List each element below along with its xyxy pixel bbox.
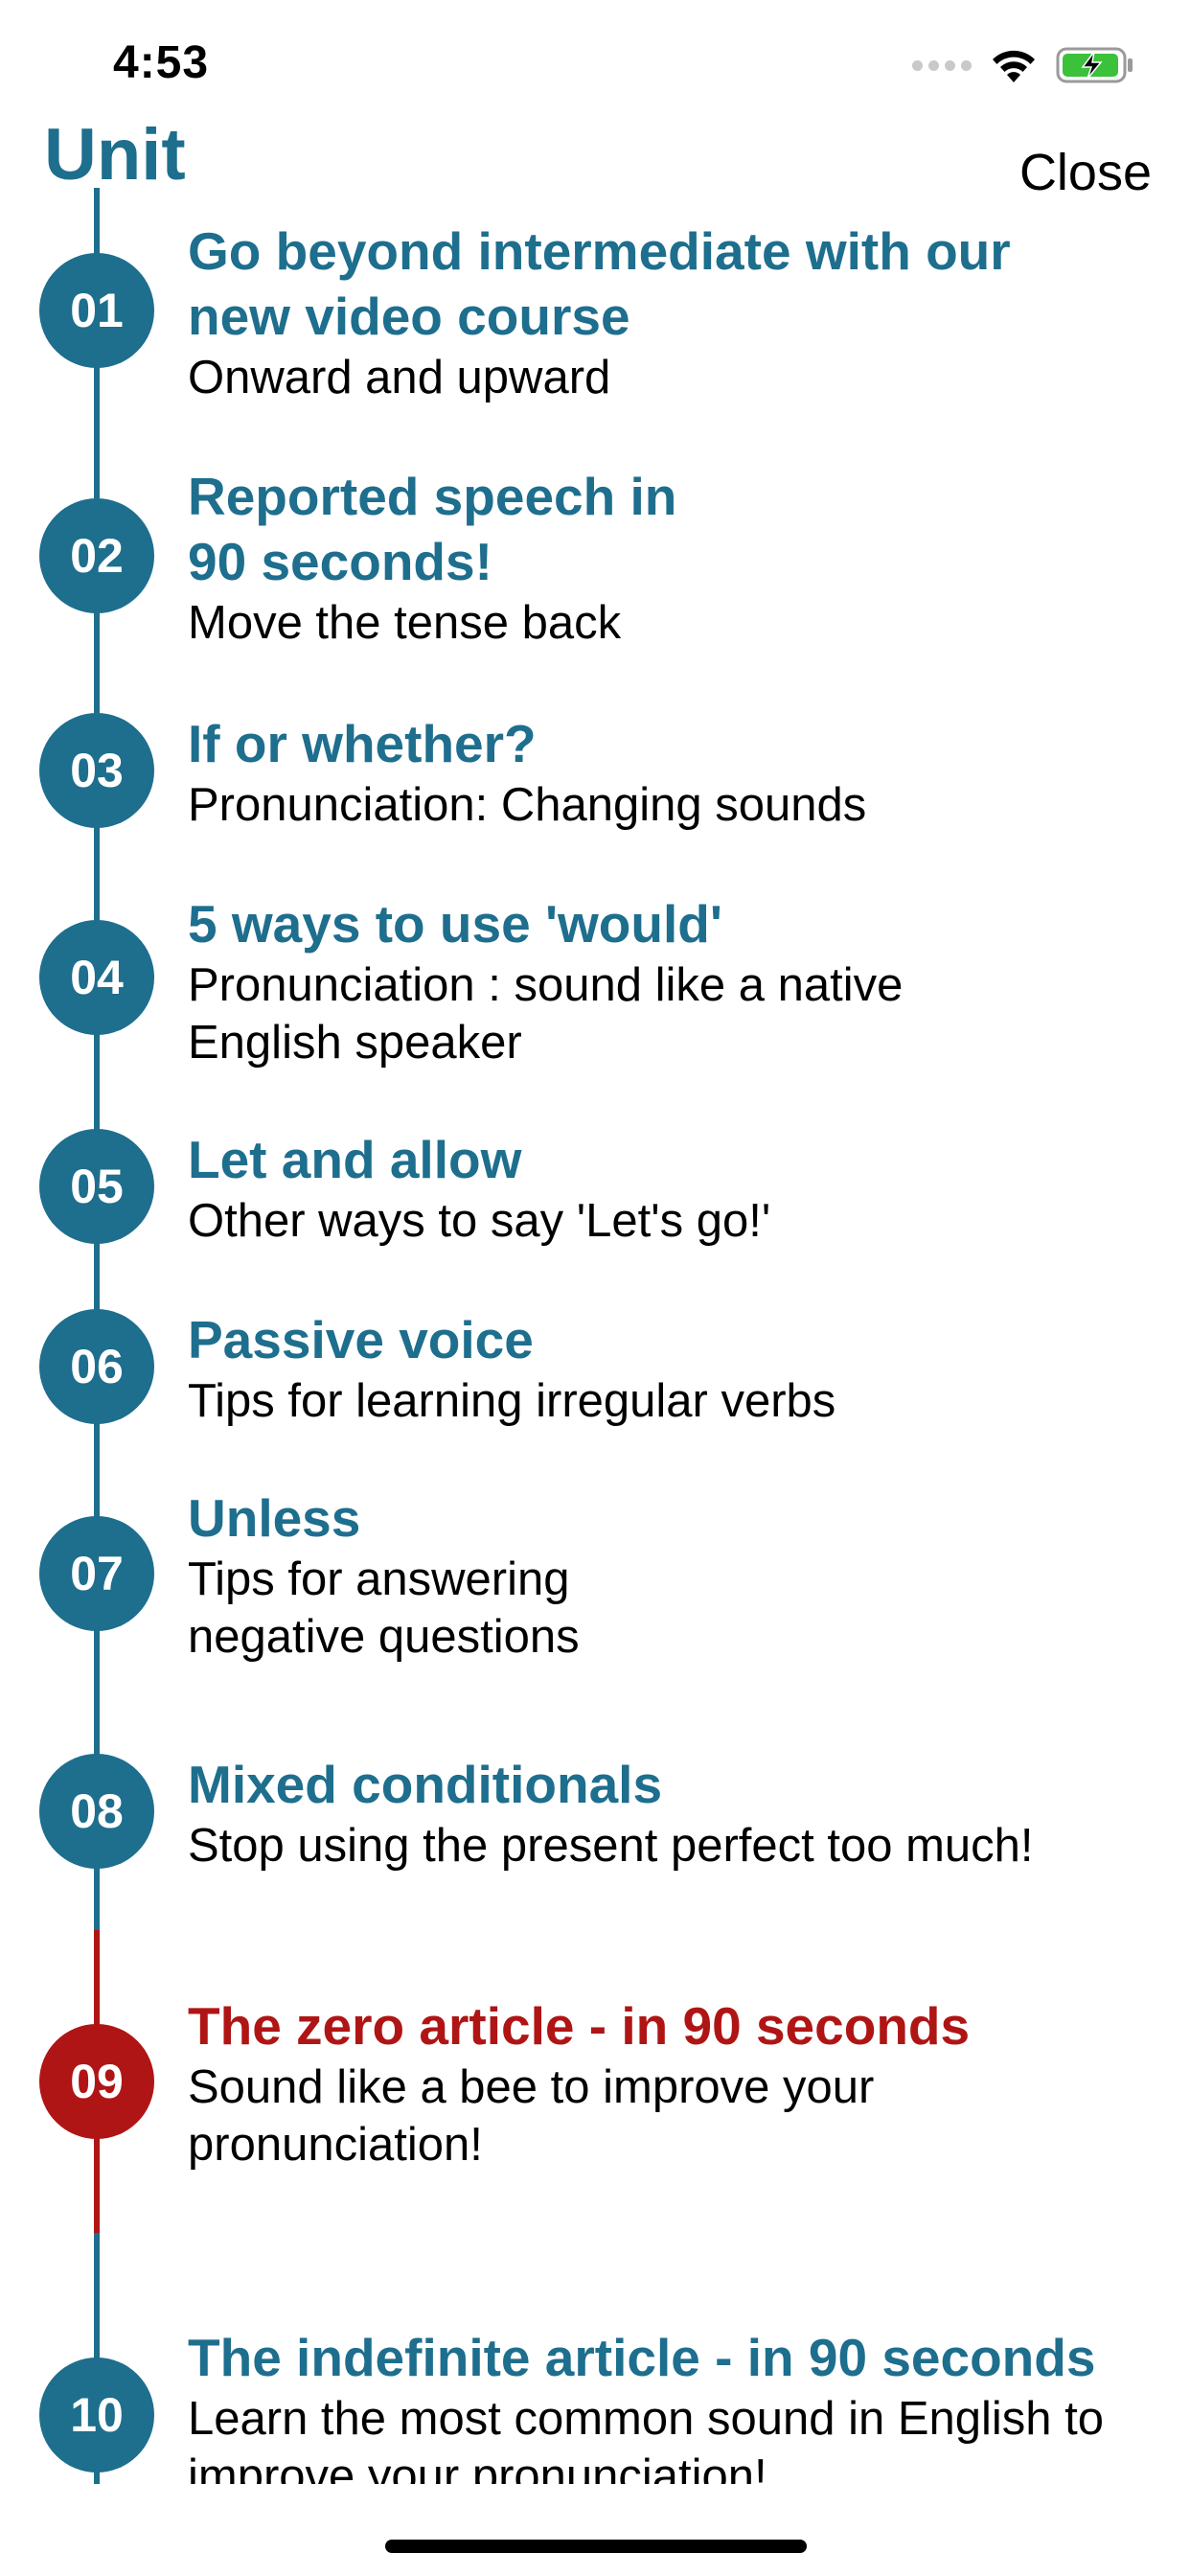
home-indicator[interactable] <box>385 2540 807 2553</box>
page-title: Unit <box>44 114 186 196</box>
unit-subtitle: Tips for answering <box>188 1553 570 1605</box>
unit-subtitle: negative questions <box>188 1611 580 1663</box>
unit-text: If or whether? Pronunciation: Changing so… <box>188 711 1165 834</box>
unit-subtitle: Stop using the present perfect too much! <box>188 1820 1034 1872</box>
status-time: 4:53 <box>113 37 210 88</box>
timeline-line <box>94 188 100 1930</box>
unit-subtitle: Learn the most common sound in English t… <box>188 2393 1105 2445</box>
unit-number-badge: 04 <box>39 920 154 1035</box>
unit-title: Let and allow <box>188 1130 522 1189</box>
unit-number-badge: 05 <box>39 1129 154 1244</box>
unit-title: 5 ways to use 'would' <box>188 894 722 954</box>
battery-charging-icon <box>1056 47 1133 83</box>
unit-text: Unless Tips for answering negative questio… <box>188 1485 1165 1666</box>
unit-number-badge: 01 <box>39 253 154 368</box>
unit-title: Mixed conditionals <box>188 1755 663 1814</box>
status-bar: 4:53 <box>0 0 1190 126</box>
wifi-icon <box>993 50 1035 82</box>
unit-text: Let and allow Other ways to say 'Let's go… <box>188 1127 1165 1250</box>
unit-subtitle: Other ways to say 'Let's go!' <box>188 1195 771 1247</box>
unit-number-badge: 09 <box>39 2024 154 2139</box>
unit-title: Go beyond intermediate with our <box>188 221 1011 281</box>
unit-title: The zero article - in 90 seconds <box>188 1996 971 2056</box>
unit-text: Reported speech in 90 seconds! Move the te… <box>188 464 1165 652</box>
unit-title: Reported speech in <box>188 467 677 526</box>
unit-subtitle: pronunciation! <box>188 2119 483 2171</box>
unit-title: Passive voice <box>188 1310 534 1369</box>
unit-text: Passive voice Tips for learning irregular… <box>188 1307 1165 1430</box>
unit-text: The zero article - in 90 seconds Sound li… <box>188 1993 1165 2174</box>
unit-text: The indefinite article - in 90 seconds Le… <box>188 2325 1165 2505</box>
bottom-fade <box>0 2484 1190 2576</box>
cellular-signal-icon <box>912 59 972 71</box>
close-button[interactable]: Close <box>1019 144 1152 201</box>
unit-subtitle: Onward and upward <box>188 352 611 403</box>
unit-subtitle: English speaker <box>188 1017 522 1069</box>
unit-text: 5 ways to use 'would' Pronunciation : sou… <box>188 891 1165 1071</box>
unit-number-badge: 06 <box>39 1309 154 1424</box>
unit-number-badge: 10 <box>39 2358 154 2472</box>
unit-number-badge: 03 <box>39 713 154 828</box>
unit-title: Unless <box>188 1488 361 1548</box>
unit-number-badge: 07 <box>39 1516 154 1631</box>
unit-subtitle: Move the tense back <box>188 597 622 649</box>
unit-subtitle: Pronunciation: Changing sounds <box>188 779 867 831</box>
unit-title: If or whether? <box>188 714 537 773</box>
unit-number-badge: 02 <box>39 498 154 613</box>
unit-subtitle: Sound like a bee to improve your <box>188 2061 875 2113</box>
unit-title: new video course <box>188 287 630 346</box>
unit-title: 90 seconds! <box>188 532 492 591</box>
status-icons <box>912 42 1134 88</box>
unit-title: The indefinite article - in 90 seconds <box>188 2328 1096 2387</box>
unit-number-badge: 08 <box>39 1754 154 1869</box>
unit-text: Mixed conditionals Stop using the present… <box>188 1752 1165 1874</box>
unit-subtitle: Pronunciation : sound like a native <box>188 959 904 1011</box>
unit-subtitle: Tips for learning irregular verbs <box>188 1375 836 1427</box>
unit-text: Go beyond intermediate with our new video… <box>188 218 1165 406</box>
